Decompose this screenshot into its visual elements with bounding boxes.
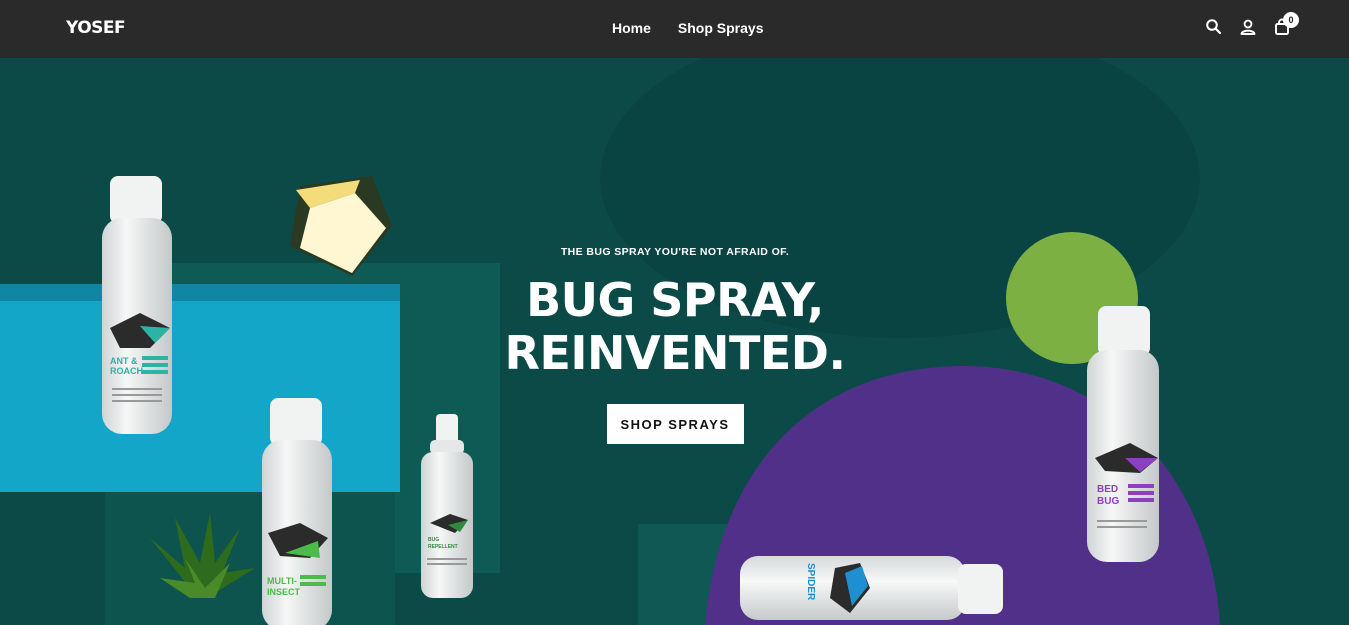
svg-text:BUG: BUG [1097,496,1119,507]
svg-text:MULTI-: MULTI- [267,576,297,586]
cart-icon[interactable]: 0 [1273,12,1299,36]
site-header: YOSEF Home Shop Sprays 0 [0,0,1349,58]
search-icon[interactable] [1205,18,1223,36]
cyan-block [0,300,400,492]
svg-text:ANT &: ANT & [110,356,138,366]
hero-eyebrow: THE BUG SPRAY YOU'RE NOT AFRAID OF. [560,246,790,258]
site-logo[interactable]: YOSEF [66,18,126,38]
hero-headline-line1: BUG SPRAY, [526,273,824,327]
svg-text:BED: BED [1097,484,1118,495]
main-nav: Home Shop Sprays [612,20,764,36]
hero-headline-line2: REINVENTED. [504,326,846,380]
nav-home-link[interactable]: Home [612,20,651,36]
hero-banner: ANT & ROACH MULTI- INSECT BUG REPELLENT … [0,58,1349,625]
svg-text:REPELLENT: REPELLENT [428,544,458,550]
nav-shop-sprays-link[interactable]: Shop Sprays [678,20,764,36]
cart-count-badge: 0 [1283,12,1299,28]
hero-content: THE BUG SPRAY YOU'RE NOT AFRAID OF. BUG … [460,246,890,444]
header-icons: 0 [1205,12,1299,36]
product-spider: SPIDER [740,556,1003,620]
svg-text:INSECT: INSECT [267,587,301,597]
shop-sprays-button[interactable]: SHOP SPRAYS [606,404,744,444]
svg-text:SPIDER: SPIDER [805,563,816,601]
product-multi-insect: MULTI- INSECT [262,398,332,625]
product-ant-roach: ANT & ROACH [102,176,172,434]
hero-headline: BUG SPRAY, REINVENTED. [460,274,890,380]
svg-text:BUG: BUG [428,537,439,543]
account-icon[interactable] [1239,18,1257,36]
svg-text:ROACH: ROACH [110,366,143,376]
